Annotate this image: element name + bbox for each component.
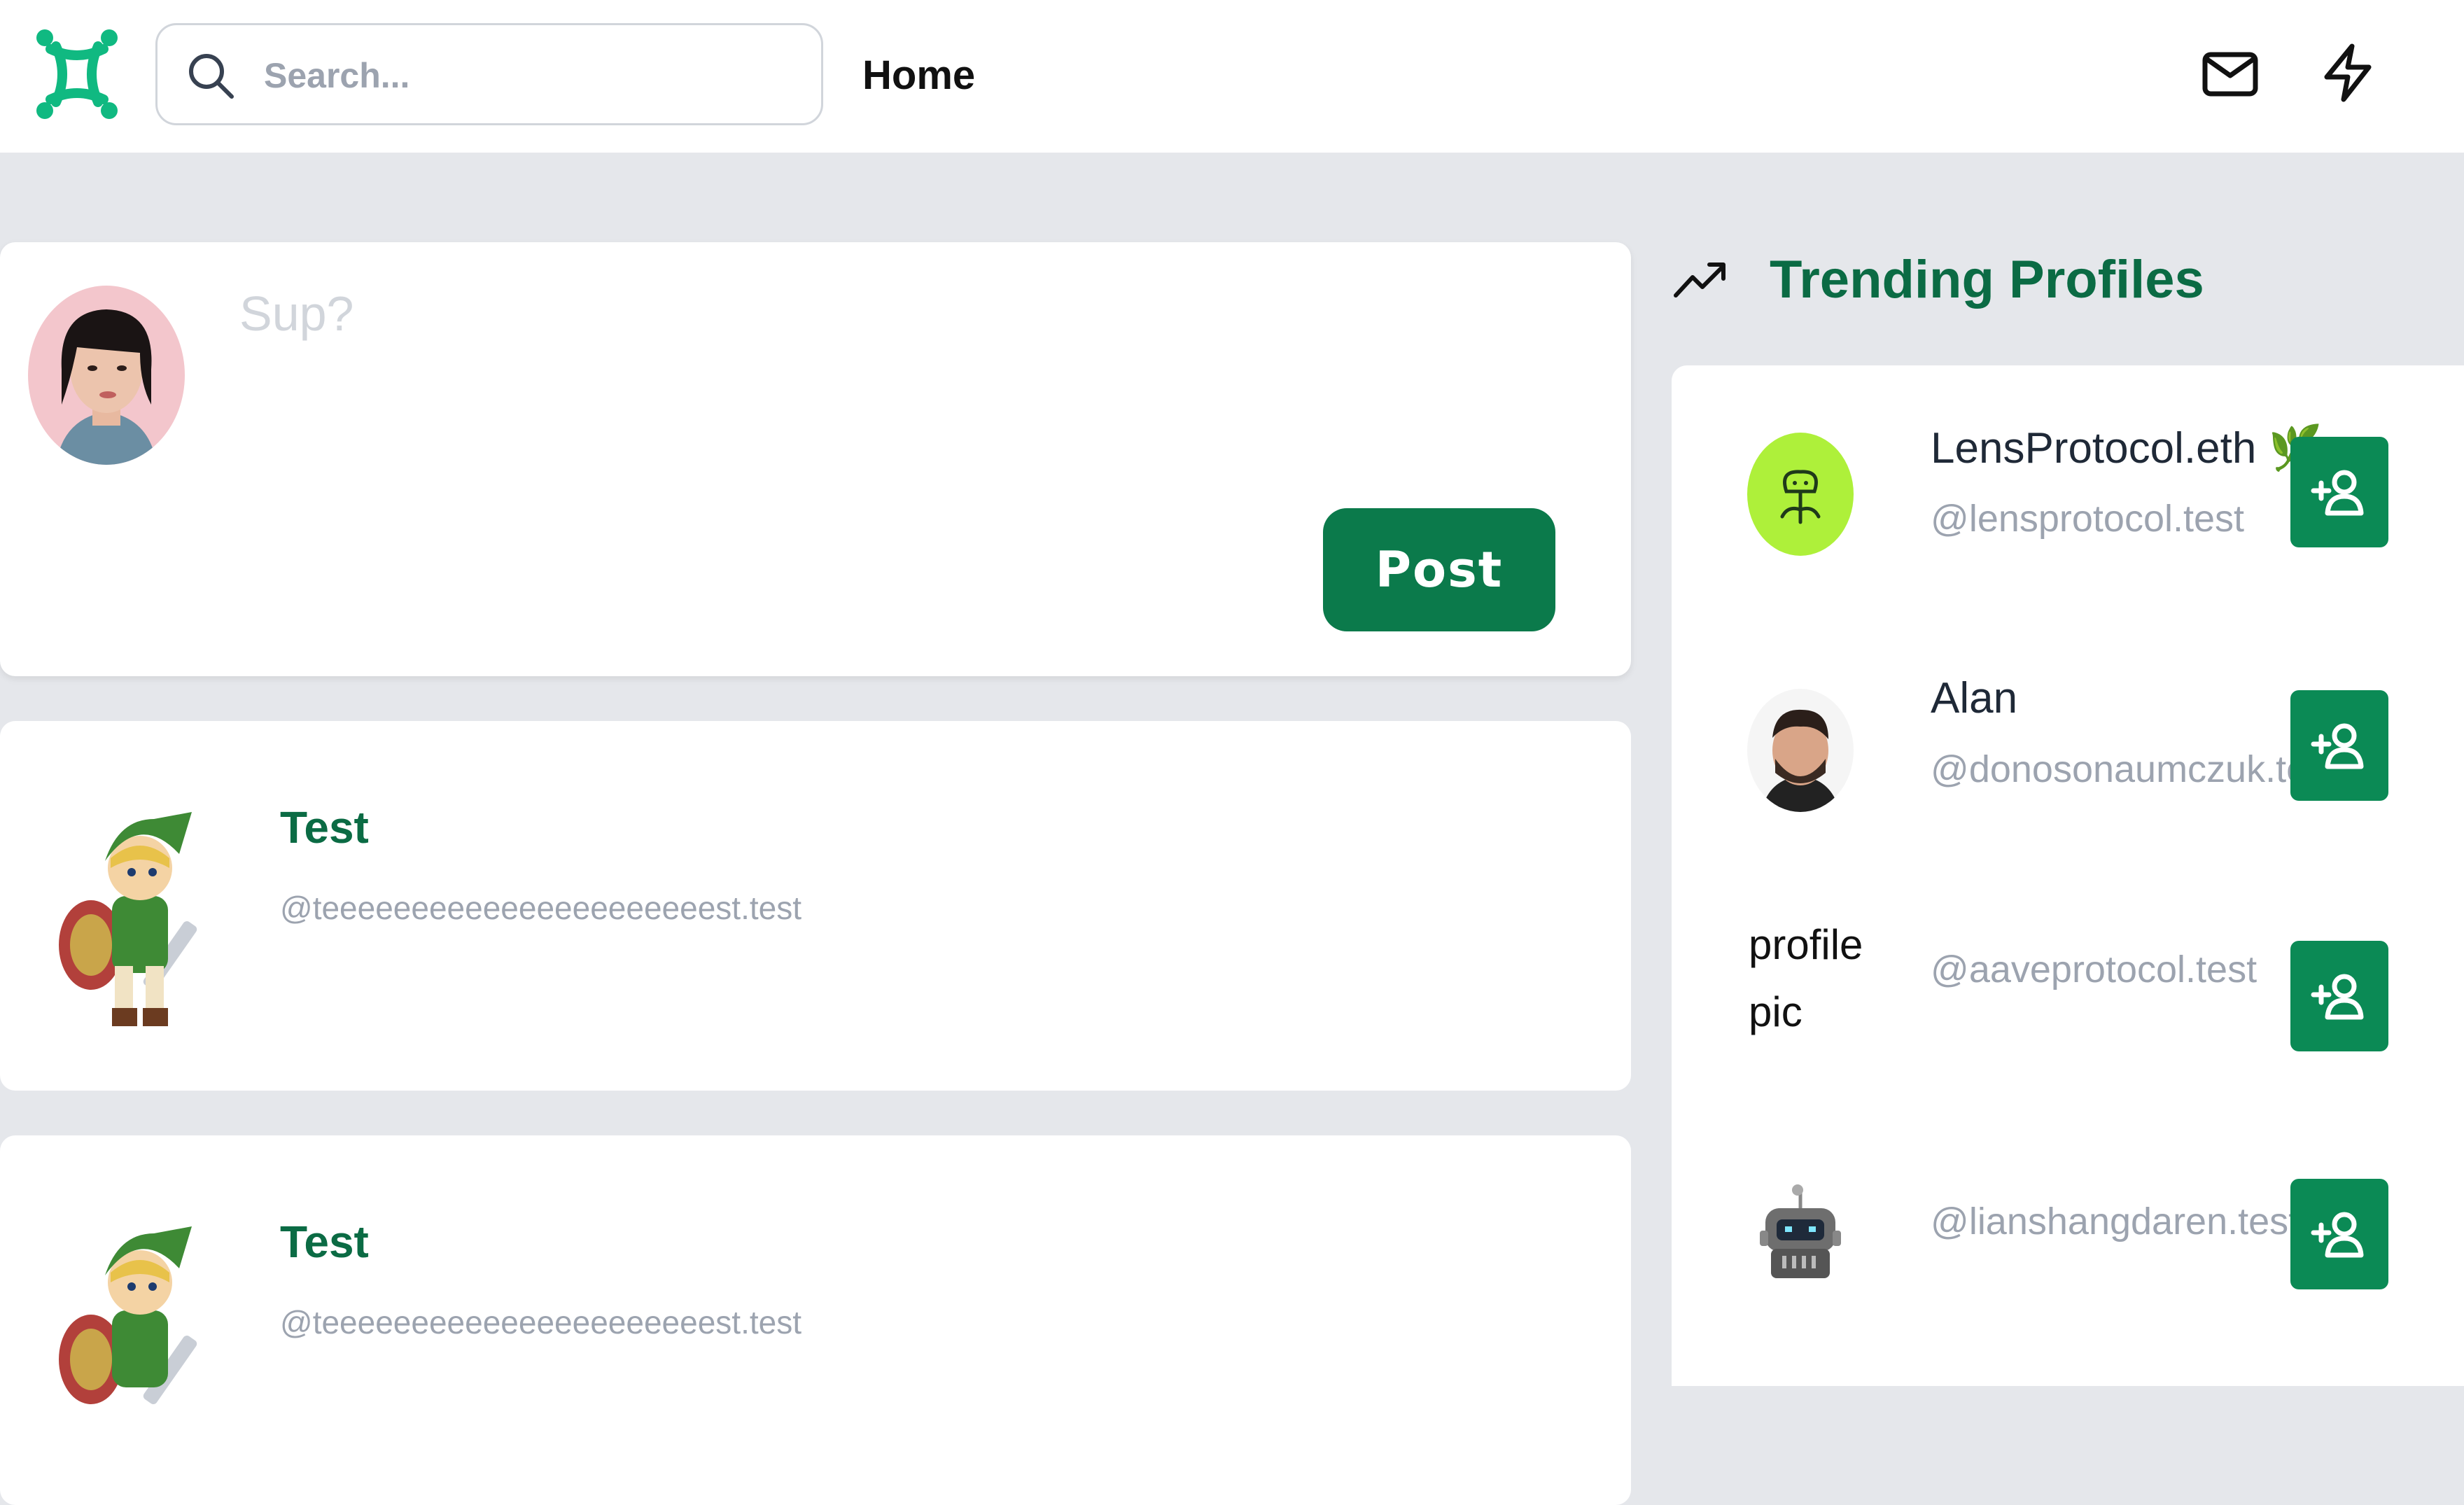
lightning-icon[interactable] bbox=[2317, 42, 2379, 104]
search-icon bbox=[189, 54, 234, 99]
follow-button[interactable] bbox=[2290, 1179, 2388, 1289]
post-author-name[interactable]: Test bbox=[280, 1216, 369, 1268]
lens-logo-icon[interactable] bbox=[35, 28, 119, 120]
follow-button[interactable] bbox=[2290, 437, 2388, 547]
post-text-input[interactable] bbox=[238, 284, 1568, 452]
profile-handle[interactable]: @lensprotocol.test bbox=[1931, 497, 2295, 540]
profile-avatar[interactable] bbox=[1747, 689, 1854, 812]
profile-handle[interactable]: @aaveprotocol.test bbox=[1931, 948, 2295, 991]
follow-button[interactable] bbox=[2290, 941, 2388, 1051]
profile-avatar[interactable] bbox=[1747, 433, 1854, 556]
trending-title: Trending Profiles bbox=[1770, 250, 2204, 309]
profile-name[interactable]: LensProtocol.eth 🌿 bbox=[1931, 423, 2323, 474]
add-user-icon bbox=[2311, 470, 2364, 515]
post-author-handle[interactable]: @teeeeeeeeeeeeeeeeeeeeeest.test bbox=[280, 1303, 802, 1341]
feed-post[interactable]: Test @teeeeeeeeeeeeeeeeeeeeeest.test bbox=[0, 721, 1631, 1091]
top-navigation-bar: Home bbox=[0, 0, 2464, 153]
follow-button[interactable] bbox=[2290, 690, 2388, 801]
search-input[interactable] bbox=[262, 42, 794, 109]
profile-avatar-alt-text[interactable]: profile pic bbox=[1749, 911, 1875, 1046]
feed-post[interactable]: Test @teeeeeeeeeeeeeeeeeeeeeest.test bbox=[0, 1135, 1631, 1505]
post-author-handle[interactable]: @teeeeeeeeeeeeeeeeeeeeeest.test bbox=[280, 889, 802, 927]
trending-profile[interactable]: profile pic @aaveprotocol.test bbox=[1672, 911, 2464, 1121]
add-user-icon bbox=[2311, 723, 2364, 769]
add-user-icon bbox=[2311, 974, 2364, 1019]
profile-handle[interactable]: @lianshangdaren.test bbox=[1931, 1200, 2295, 1243]
profile-name[interactable]: Alan bbox=[1931, 673, 2017, 723]
post-author-name[interactable]: Test bbox=[280, 802, 369, 853]
post-composer: Post bbox=[0, 242, 1631, 676]
search-bar[interactable] bbox=[155, 23, 823, 125]
trending-profile[interactable]: Alan @donosonaumczuk.test bbox=[1672, 659, 2464, 869]
profile-handle[interactable]: @donosonaumczuk.test bbox=[1931, 748, 2295, 791]
page-title: Home bbox=[862, 52, 976, 98]
post-avatar[interactable] bbox=[42, 1205, 252, 1443]
trending-up-icon bbox=[1674, 262, 1726, 298]
trending-profile[interactable]: @lianshangdaren.test bbox=[1672, 1152, 2464, 1362]
add-user-icon bbox=[2311, 1212, 2364, 1257]
post-button[interactable]: Post bbox=[1323, 508, 1555, 631]
user-avatar[interactable] bbox=[28, 286, 185, 465]
trending-profile[interactable]: LensProtocol.eth 🌿 @lensprotocol.test bbox=[1672, 407, 2464, 617]
mail-icon[interactable] bbox=[2199, 43, 2261, 105]
trending-profiles-list: LensProtocol.eth 🌿 @lensprotocol.test Al… bbox=[1672, 365, 2464, 1386]
post-avatar[interactable] bbox=[42, 791, 252, 1029]
profile-avatar[interactable] bbox=[1747, 1173, 1854, 1296]
